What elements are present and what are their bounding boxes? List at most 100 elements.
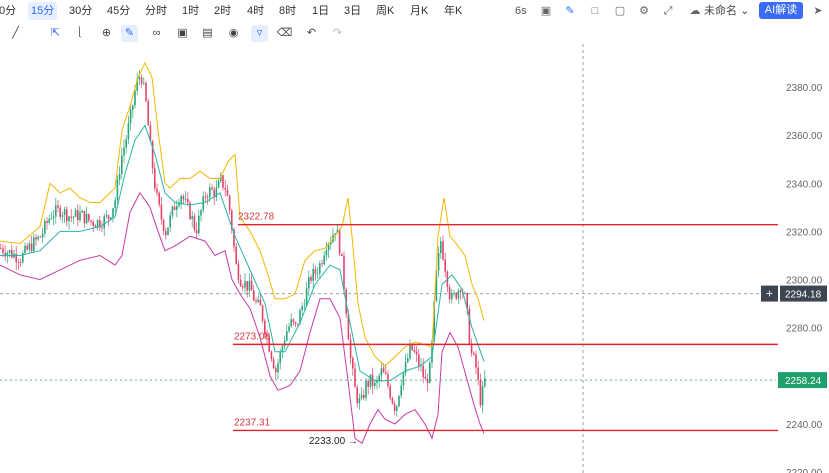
candle-body [442, 241, 444, 260]
candle-body [396, 406, 398, 411]
comment-icon[interactable]: □ [587, 3, 603, 19]
y-tick-label: 2340.00 [786, 179, 823, 190]
candle-body [165, 231, 167, 236]
candle-body [158, 192, 160, 205]
candle-body [66, 209, 68, 222]
candle-body [11, 250, 13, 258]
timeframe-tab[interactable]: 45分 [104, 2, 133, 20]
candle-body [422, 365, 424, 378]
candle-body [154, 168, 156, 189]
candle-body [134, 90, 136, 106]
timeframe-tab[interactable]: 月K [407, 2, 431, 20]
candle-body [448, 287, 451, 300]
ruler-icon[interactable]: ⎱ [71, 25, 88, 42]
ai-analysis-button[interactable]: AI解读 [759, 2, 803, 19]
crosshair-plus-icon: + [766, 287, 773, 301]
candle-body [292, 319, 295, 323]
candle-body [46, 221, 48, 223]
share-icon[interactable]: ➤ [810, 3, 826, 19]
candle-body [426, 378, 429, 383]
brush-icon[interactable]: ✎ [121, 25, 138, 42]
trash-icon[interactable]: ⌫ [276, 25, 293, 42]
timeframe-tab[interactable]: 1时 [179, 2, 202, 20]
candle-body [33, 237, 35, 252]
timeframe-tab[interactable]: 周K [373, 2, 397, 20]
y-tick-label: 2280.00 [786, 324, 823, 335]
candle-body [455, 292, 457, 299]
candle-body [385, 372, 387, 375]
timeframe-tab[interactable]: 0分 [0, 2, 19, 20]
timeframe-tab[interactable]: 分时 [142, 2, 170, 20]
candle-body [129, 109, 132, 124]
y-tick-label: 2220.00 [786, 468, 823, 473]
candle-body [451, 293, 453, 300]
candle-body [374, 382, 376, 386]
timeframe-tab[interactable]: 年K [441, 2, 465, 20]
timeframe-tab-active[interactable]: 15分 [28, 2, 58, 20]
candle-body [387, 374, 389, 387]
edit-icon[interactable]: ✎ [562, 3, 578, 19]
candle-body [393, 403, 396, 411]
fullscreen-icon[interactable]: ⤢ [660, 3, 676, 19]
price-axis: 2220.002240.002260.002280.002300.002320.… [761, 83, 827, 473]
candle-body [242, 286, 244, 288]
level-label: 2273.08 [234, 331, 271, 342]
candle-body [477, 367, 479, 380]
magnet-icon[interactable]: ⊕ [98, 25, 115, 42]
filter-icon[interactable]: ▿ [251, 25, 268, 42]
candle-body [481, 386, 484, 406]
share-box-icon[interactable]: ▢ [612, 3, 628, 19]
timeframe-tab[interactable]: 1日 [309, 2, 332, 20]
select-icon[interactable]: ⇱ [47, 25, 64, 42]
candle-body [160, 204, 163, 220]
candle-body [191, 216, 193, 220]
middle-band-line [0, 124, 485, 382]
settings-icon[interactable]: ⚙ [636, 3, 652, 19]
candle-body [338, 229, 341, 254]
candle-body [92, 221, 94, 226]
y-tick-label: 2380.00 [786, 83, 823, 94]
candle-body [409, 344, 411, 359]
redo-icon[interactable]: ↷ [329, 25, 346, 42]
timeframe-tab[interactable]: 8时 [276, 2, 299, 20]
camera-icon[interactable]: ▣ [538, 3, 554, 19]
candle-body [325, 250, 328, 256]
candle-body [354, 368, 356, 388]
visibility-icon[interactable]: ◉ [225, 25, 242, 42]
timeframe-tab[interactable]: 30分 [66, 2, 95, 20]
pattern-icon[interactable]: ∞ [148, 25, 165, 42]
candle-body [17, 262, 20, 263]
price-chart[interactable]: 2322.78 2273.08 2237.31 2233.00 → 2220.00 22… [0, 44, 829, 473]
candle-body [279, 351, 281, 364]
candle-body [277, 363, 279, 373]
candle-body [303, 305, 306, 307]
candle-body [308, 277, 310, 289]
pen-tool-icon[interactable]: ╱ [7, 25, 24, 42]
lower-band-line [0, 191, 485, 445]
candle-body [193, 216, 196, 230]
candle-body [41, 233, 44, 238]
workspace-name[interactable]: 未命名 ⌄ [704, 2, 749, 20]
price-levels: 2322.78 2273.08 2237.31 2233.00 → [233, 212, 778, 447]
candle-body [479, 379, 482, 406]
timeframe-tab[interactable]: 3日 [341, 2, 364, 20]
candle-body [114, 200, 116, 209]
timeframe-tab[interactable]: 4时 [244, 2, 267, 20]
bands [0, 61, 485, 445]
note-icon[interactable]: ▤ [199, 25, 216, 42]
candle-body [250, 280, 253, 291]
candle-body [57, 205, 59, 208]
candle-body [257, 299, 259, 302]
undo-icon[interactable]: ↶ [303, 25, 320, 42]
candle-body [484, 378, 486, 387]
candle-body [171, 206, 174, 216]
candle-body [37, 236, 39, 240]
candle-body [222, 175, 224, 188]
candle-body [88, 213, 90, 221]
refresh-interval[interactable]: 6s [512, 2, 530, 20]
candle-body [319, 263, 321, 274]
timeframe-tab[interactable]: 2时 [211, 2, 234, 20]
lock-icon[interactable]: ▣ [174, 25, 191, 42]
candle-body [255, 300, 257, 302]
candle-body [173, 206, 176, 211]
